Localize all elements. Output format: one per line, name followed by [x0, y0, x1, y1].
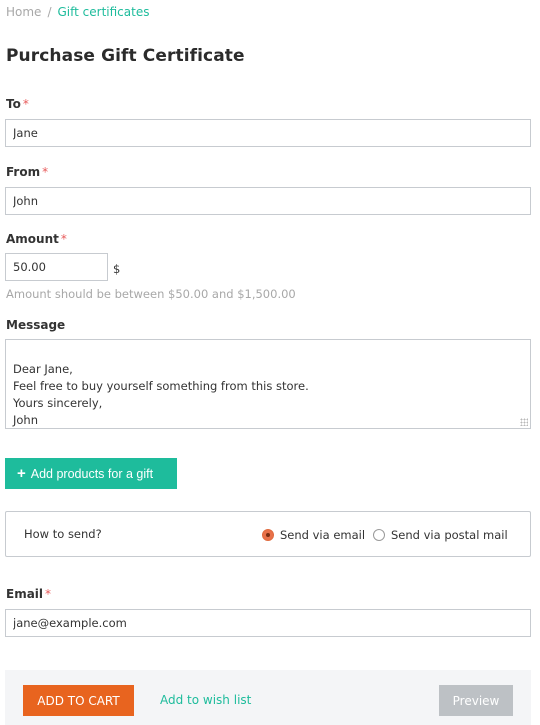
plus-icon: + [17, 465, 26, 482]
radio-send-postal-label: Send via postal mail [391, 528, 508, 542]
to-label: To * [6, 97, 29, 111]
add-products-button[interactable]: + Add products for a gift [5, 458, 177, 489]
message-textarea[interactable]: Dear Jane, Feel free to buy yourself som… [5, 339, 531, 429]
from-label-text: From [6, 165, 41, 179]
to-label-text: To [6, 97, 21, 111]
message-text: Dear Jane, Feel free to buy yourself som… [13, 362, 309, 427]
page-title: Purchase Gift Certificate [6, 46, 245, 66]
amount-input[interactable] [5, 253, 108, 281]
breadcrumb: Home / Gift certificates [6, 5, 149, 19]
radio-send-email-label: Send via email [280, 528, 366, 542]
action-bar: ADD TO CART Add to wish list Preview [5, 670, 531, 725]
required-asterisk: * [42, 165, 49, 179]
email-label-text: Email [6, 587, 44, 601]
preview-button[interactable]: Preview [439, 685, 513, 716]
resize-grip-icon[interactable] [520, 418, 528, 426]
radio-checked-icon[interactable] [262, 529, 274, 541]
from-input[interactable] [5, 187, 531, 215]
required-asterisk: * [22, 97, 29, 111]
from-label: From * [6, 165, 48, 179]
send-method-question: How to send? [24, 527, 102, 541]
add-to-wish-list-link[interactable]: Add to wish list [160, 693, 251, 707]
radio-unchecked-icon[interactable] [373, 529, 385, 541]
amount-label-text: Amount [6, 232, 59, 246]
radio-send-email[interactable]: Send via email [262, 528, 365, 542]
amount-label: Amount * [6, 232, 67, 246]
breadcrumb-current[interactable]: Gift certificates [57, 5, 149, 19]
email-input[interactable] [5, 609, 531, 637]
breadcrumb-home-link[interactable]: Home [6, 5, 41, 19]
required-asterisk: * [60, 232, 67, 246]
required-asterisk: * [45, 587, 52, 601]
breadcrumb-separator: / [47, 5, 52, 19]
email-label: Email * [6, 587, 51, 601]
message-label: Message [6, 318, 66, 332]
to-input[interactable] [5, 119, 531, 147]
radio-send-postal[interactable]: Send via postal mail [373, 528, 508, 542]
add-to-cart-button[interactable]: ADD TO CART [23, 685, 134, 716]
amount-hint: Amount should be between $50.00 and $1,5… [6, 287, 296, 301]
send-method-box: How to send? Send via email Send via pos… [5, 511, 531, 557]
currency-symbol: $ [113, 262, 121, 276]
add-products-label: Add products for a gift [30, 466, 154, 481]
